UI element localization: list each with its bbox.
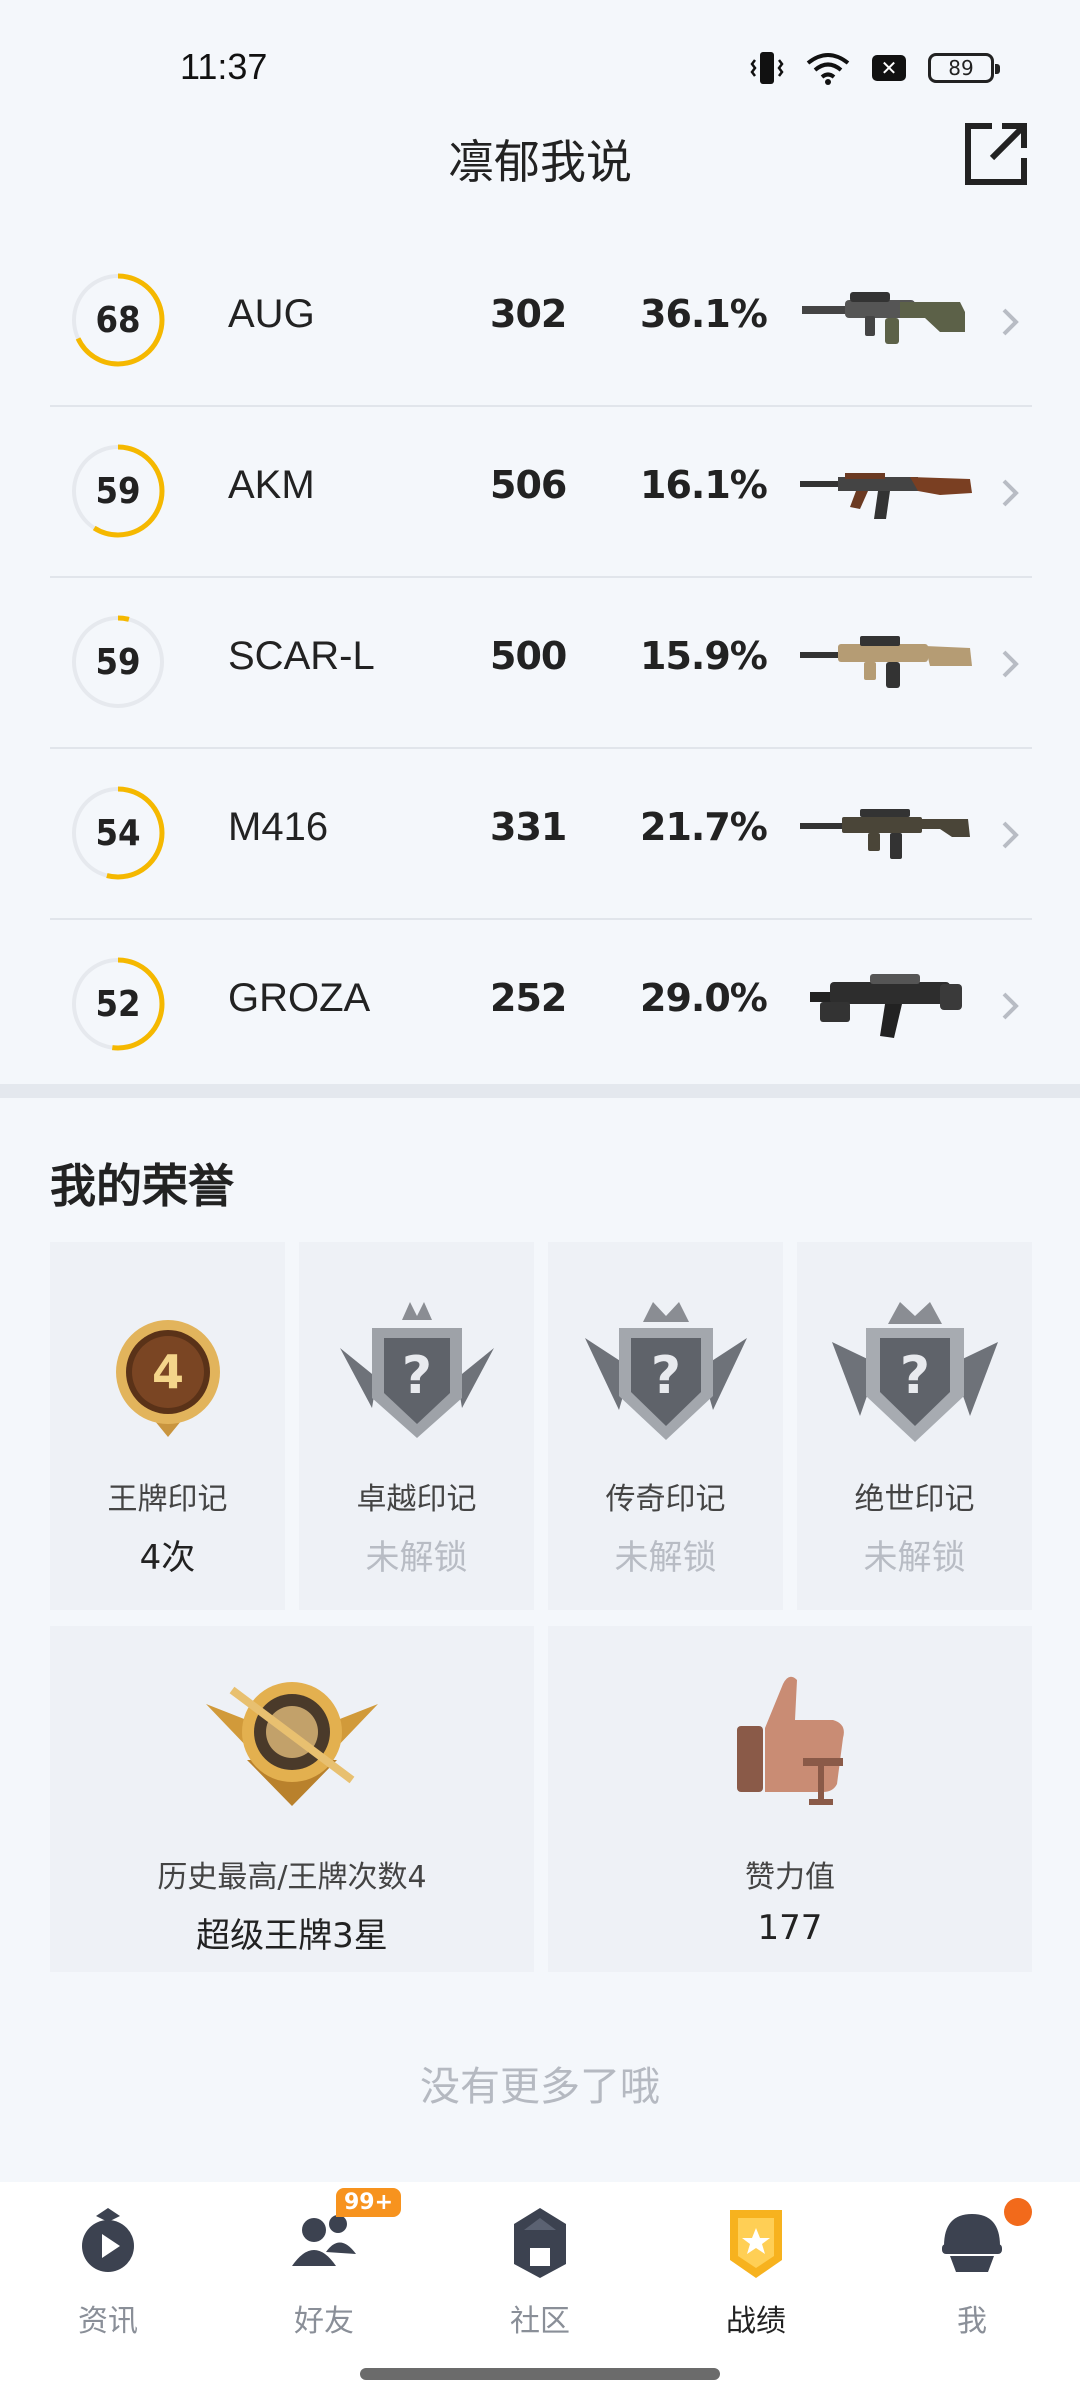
honor-card-likes[interactable]: 赞力值 177 — [548, 1626, 1032, 1972]
peerless-medal-icon: ? — [831, 1302, 998, 1442]
honor-card-legend[interactable]: ? 传奇印记 未解锁 — [548, 1242, 783, 1610]
weapon-percentage: 29.0% — [640, 976, 768, 1020]
honor-value: 超级王牌3星 — [196, 1916, 388, 1956]
chevron-right-icon — [1002, 821, 1019, 849]
legend-badge-mark: ? — [650, 1346, 680, 1406]
weapon-row[interactable]: 52 GROZA 252 29.0% — [50, 920, 1032, 1091]
akm-rifle-icon — [800, 473, 972, 519]
chevron-right-icon — [1002, 479, 1019, 507]
honor-label: 赞力值 — [745, 1860, 835, 1895]
weapon-row[interactable]: 68 AUG 302 36.1% — [50, 236, 1032, 407]
scar-rifle-icon — [800, 636, 972, 688]
weapon-name: M416 — [228, 805, 329, 849]
honor-value: 未解锁 — [863, 1538, 966, 1578]
weapon-name: AKM — [228, 463, 315, 507]
honor-label: 传奇印记 — [605, 1482, 726, 1517]
weapon-row[interactable]: 54 M416 331 21.7% — [50, 749, 1032, 920]
battery-icon: 89 — [928, 53, 1000, 83]
weapon-percentage: 15.9% — [640, 634, 768, 678]
nav-label: 战绩 — [726, 2304, 786, 2339]
nav-record[interactable]: 战绩 — [676, 2202, 836, 2352]
status-icons: ✕ 89 — [750, 50, 1000, 86]
vibrate-icon — [750, 52, 784, 84]
header: 凛郁我说 — [0, 120, 1080, 200]
weapon-kills: 506 — [490, 463, 567, 507]
weapon-percentage: 36.1% — [640, 292, 768, 336]
aug-rifle-icon — [802, 292, 965, 344]
legend-medal-icon: ? — [584, 1302, 747, 1440]
weapon-name: AUG — [228, 292, 315, 336]
weapon-kills: 252 — [490, 976, 567, 1020]
weapon-score: 52 — [95, 983, 141, 1025]
honor-card-ace[interactable]: 4 王牌印记 4次 — [50, 1242, 285, 1610]
honor-label: 历史最高/王牌次数4 — [157, 1860, 427, 1895]
honor-card-highest-rank[interactable]: 历史最高/王牌次数4 超级王牌3星 — [50, 1626, 534, 1972]
chevron-right-icon — [1002, 992, 1019, 1020]
weapon-row[interactable]: 59 AKM 506 16.1% — [50, 407, 1032, 578]
groza-rifle-icon — [810, 974, 962, 1038]
no-sim-icon: ✕ — [872, 55, 906, 81]
weapon-name: GROZA — [228, 976, 371, 1020]
ace-medal-icon: 4 — [115, 1320, 220, 1437]
excellence-badge-mark: ? — [401, 1346, 431, 1406]
share-button[interactable] — [962, 120, 1030, 188]
ace-count-text: 4 — [151, 1345, 183, 1399]
rank-medal-icon — [206, 1682, 378, 1806]
weapon-list: 68 AUG 302 36.1% 59 AKM 506 16.1% 59 SCA… — [50, 236, 1032, 1091]
honor-card-excellence[interactable]: ? 卓越印记 未解锁 — [299, 1242, 534, 1610]
chevron-right-icon — [1002, 650, 1019, 678]
weapon-score: 59 — [95, 641, 141, 683]
wifi-icon — [806, 53, 850, 85]
nav-profile[interactable]: 我 — [892, 2198, 1052, 2352]
nav-news[interactable]: 资讯 — [28, 2202, 188, 2352]
chevron-right-icon — [1002, 308, 1019, 336]
m416-rifle-icon — [800, 809, 970, 859]
nav-label: 好友 — [294, 2304, 354, 2339]
page-title: 凛郁我说 — [448, 135, 632, 189]
nav-community[interactable]: 社区 — [460, 2202, 620, 2352]
status-bar: 11:37 ✕ 89 — [0, 0, 1080, 130]
honor-value: 4次 — [139, 1538, 196, 1578]
honors-title: 我的荣誉 — [50, 1159, 234, 1213]
nav-friends[interactable]: 99+ 好友 — [244, 2188, 404, 2352]
weapon-kills: 331 — [490, 805, 567, 849]
weapon-kills: 302 — [490, 292, 567, 336]
weapon-score: 68 — [95, 299, 141, 341]
excellence-medal-icon: ? — [339, 1302, 494, 1438]
community-icon — [514, 2208, 566, 2278]
honor-value: 未解锁 — [365, 1538, 468, 1578]
honor-label: 卓越印记 — [356, 1482, 477, 1517]
honor-label: 王牌印记 — [107, 1482, 228, 1517]
battery-level: 89 — [948, 56, 974, 80]
nav-label: 我 — [957, 2304, 987, 2339]
weapon-percentage: 16.1% — [640, 463, 768, 507]
weapon-name: SCAR-L — [228, 634, 375, 678]
record-icon — [730, 2210, 782, 2278]
thumbs-up-icon — [737, 1676, 844, 1805]
friends-badge: 99+ — [336, 2188, 402, 2217]
news-icon — [82, 2208, 134, 2272]
profile-icon — [942, 2214, 1002, 2272]
weapon-row[interactable]: 59 SCAR-L 500 15.9% — [50, 578, 1032, 749]
nav-label: 资讯 — [78, 2304, 138, 2339]
no-more-text: 没有更多了哦 — [420, 2064, 660, 2110]
notification-dot — [1004, 2198, 1032, 2226]
section-divider — [0, 1084, 1080, 1098]
honor-label: 绝世印记 — [854, 1482, 975, 1517]
honor-value: 未解锁 — [614, 1538, 717, 1578]
weapon-percentage: 21.7% — [640, 805, 768, 849]
weapon-kills: 500 — [490, 634, 567, 678]
nav-label: 社区 — [510, 2304, 570, 2339]
weapon-score: 54 — [95, 812, 141, 854]
weapon-score: 59 — [95, 470, 141, 512]
honor-value: 177 — [757, 1908, 823, 1948]
peerless-badge-mark: ? — [899, 1346, 929, 1406]
honor-card-peerless[interactable]: ? 绝世印记 未解锁 — [797, 1242, 1032, 1610]
status-time: 11:37 — [180, 46, 268, 87]
home-indicator — [360, 2368, 720, 2380]
